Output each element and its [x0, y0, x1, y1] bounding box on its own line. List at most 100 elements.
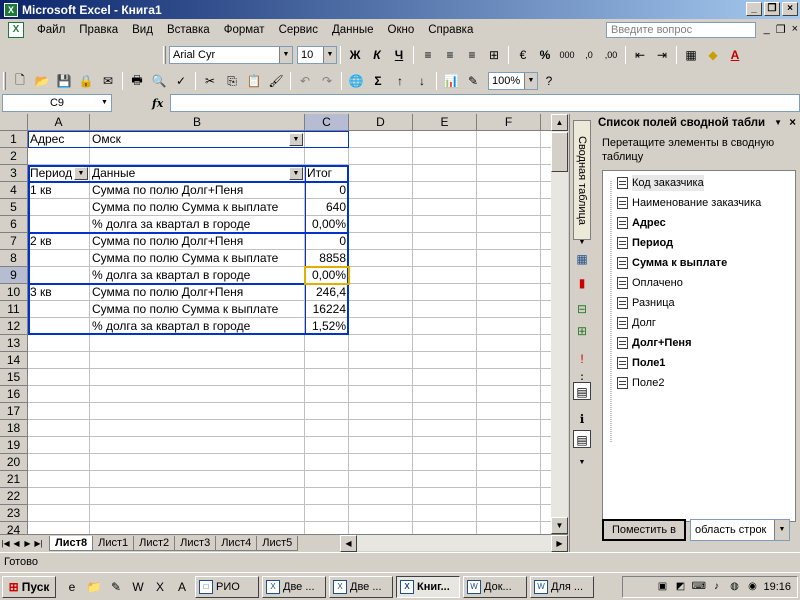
- cell-e22[interactable]: [413, 488, 477, 505]
- merge-center-icon[interactable]: ⊞: [483, 45, 505, 65]
- taskbar-window-button[interactable]: X Книг...: [396, 575, 460, 598]
- cell-f4[interactable]: [477, 182, 541, 199]
- cell-c20[interactable]: [305, 454, 349, 471]
- cell-e12[interactable]: [413, 318, 477, 335]
- cell-f2[interactable]: [477, 148, 541, 165]
- pivot-field-item[interactable]: Долг+Пеня: [617, 335, 692, 351]
- cell-d4[interactable]: [349, 182, 413, 199]
- cell-f7[interactable]: [477, 233, 541, 250]
- cell-c21[interactable]: [305, 471, 349, 488]
- cell-d11[interactable]: [349, 301, 413, 318]
- row-header-10[interactable]: 10: [0, 284, 28, 301]
- align-left-icon[interactable]: ≡: [417, 45, 439, 65]
- cell-d16[interactable]: [349, 386, 413, 403]
- cell-f21[interactable]: [477, 471, 541, 488]
- menu-edit[interactable]: Правка: [72, 24, 125, 36]
- pivot-table-vertical-tab[interactable]: Сводная таблица: [573, 120, 591, 240]
- cell-a10[interactable]: 3 кв: [28, 284, 90, 301]
- cell-b2[interactable]: [90, 148, 305, 165]
- cell-d8[interactable]: [349, 250, 413, 267]
- cell-b24[interactable]: [90, 522, 305, 534]
- decrease-decimal-icon[interactable]: ,00: [600, 45, 622, 65]
- cell-d23[interactable]: [349, 505, 413, 522]
- cell-d3[interactable]: [349, 165, 413, 182]
- cell-a16[interactable]: [28, 386, 90, 403]
- cell-b10[interactable]: Сумма по полю Долг+Пеня: [90, 284, 305, 301]
- cell-c16[interactable]: [305, 386, 349, 403]
- spelling-icon[interactable]: ✓: [170, 71, 192, 91]
- cell-f19[interactable]: [477, 437, 541, 454]
- next-sheet-button[interactable]: ▶: [22, 539, 33, 548]
- show-detail-icon[interactable]: ⊞: [573, 322, 591, 340]
- cell-d6[interactable]: [349, 216, 413, 233]
- minimize-button[interactable]: _: [746, 2, 762, 16]
- hide-field-list-icon[interactable]: ▤: [573, 430, 591, 448]
- pivot-field-item[interactable]: Оплачено: [617, 275, 683, 291]
- sheet-tab-4[interactable]: Лист3: [174, 535, 217, 551]
- pivot-field-item[interactable]: Адрес: [617, 215, 666, 231]
- cell-e6[interactable]: [413, 216, 477, 233]
- column-header-d[interactable]: D: [349, 114, 413, 131]
- copy-icon[interactable]: ⎘: [221, 71, 243, 91]
- cell-f14[interactable]: [477, 352, 541, 369]
- cell-d10[interactable]: [349, 284, 413, 301]
- select-all-corner[interactable]: [0, 114, 28, 131]
- row-header-5[interactable]: 5: [0, 199, 28, 216]
- cell-e9[interactable]: [413, 267, 477, 284]
- cell-b12[interactable]: % долга за квартал в городе: [90, 318, 305, 335]
- font-size-select[interactable]: 10 ▼: [297, 46, 337, 64]
- taskbar-window-button[interactable]: X Две ...: [262, 575, 326, 598]
- menu-data[interactable]: Данные: [325, 24, 381, 36]
- cell-b14[interactable]: [90, 352, 305, 369]
- cell-a9[interactable]: [28, 267, 90, 284]
- row-header-18[interactable]: 18: [0, 420, 28, 437]
- cell-e24[interactable]: [413, 522, 477, 534]
- cell-d20[interactable]: [349, 454, 413, 471]
- cell-e19[interactable]: [413, 437, 477, 454]
- scroll-thumb[interactable]: [551, 132, 568, 172]
- redo-icon[interactable]: ↷: [316, 71, 338, 91]
- paste-icon[interactable]: 📋: [243, 71, 265, 91]
- format-report-icon[interactable]: ▦: [573, 250, 591, 268]
- cell-f8[interactable]: [477, 250, 541, 267]
- cell-f1[interactable]: [477, 131, 541, 148]
- excel-icon[interactable]: X: [150, 577, 170, 597]
- cell-a23[interactable]: [28, 505, 90, 522]
- row-header-9[interactable]: 9: [0, 267, 28, 284]
- scroll-up-button[interactable]: ▲: [551, 114, 568, 131]
- sheet-tab-3[interactable]: Лист2: [133, 535, 176, 551]
- cell-b4[interactable]: Сумма по полю Долг+Пеня: [90, 182, 305, 199]
- hyperlink-icon[interactable]: 🌐: [345, 71, 367, 91]
- access-icon[interactable]: A: [172, 577, 192, 597]
- sheet-tab-2[interactable]: Лист1: [92, 535, 135, 551]
- pivot-chart-icon[interactable]: ▮: [573, 274, 591, 292]
- menu-file[interactable]: Файл: [30, 24, 72, 36]
- tray-network-icon[interactable]: ▣: [655, 580, 669, 594]
- cell-e5[interactable]: [413, 199, 477, 216]
- row-header-11[interactable]: 11: [0, 301, 28, 318]
- column-header-c[interactable]: C: [305, 114, 349, 131]
- taskbar-window-button[interactable]: □ РИО: [195, 575, 259, 598]
- cell-b18[interactable]: [90, 420, 305, 437]
- row-header-24[interactable]: 24: [0, 522, 28, 534]
- tray-language-icon[interactable]: ◍: [727, 580, 741, 594]
- spreadsheet-grid[interactable]: A B C D E F 1 Адрес Омск 2 3 Период Данные Итог 4 1 кв С…: [0, 114, 568, 534]
- taskbar-window-button[interactable]: W Док...: [463, 575, 527, 598]
- save-icon[interactable]: 💾: [53, 71, 75, 91]
- cell-f12[interactable]: [477, 318, 541, 335]
- row-header-4[interactable]: 4: [0, 182, 28, 199]
- cell-c24[interactable]: [305, 522, 349, 534]
- taskbar-window-button[interactable]: W Для ...: [530, 575, 594, 598]
- cell-a7[interactable]: 2 кв: [28, 233, 90, 250]
- cell-d17[interactable]: [349, 403, 413, 420]
- cell-c2[interactable]: [305, 148, 349, 165]
- doc-minimize-button[interactable]: _: [764, 23, 770, 36]
- cell-b7[interactable]: Сумма по полю Долг+Пеня: [90, 233, 305, 250]
- cell-c3[interactable]: Итог: [305, 165, 349, 182]
- sort-desc-icon[interactable]: ↓: [411, 71, 433, 91]
- close-button[interactable]: ×: [782, 2, 798, 16]
- cell-a19[interactable]: [28, 437, 90, 454]
- row-header-20[interactable]: 20: [0, 454, 28, 471]
- cell-f15[interactable]: [477, 369, 541, 386]
- column-header-e[interactable]: E: [413, 114, 477, 131]
